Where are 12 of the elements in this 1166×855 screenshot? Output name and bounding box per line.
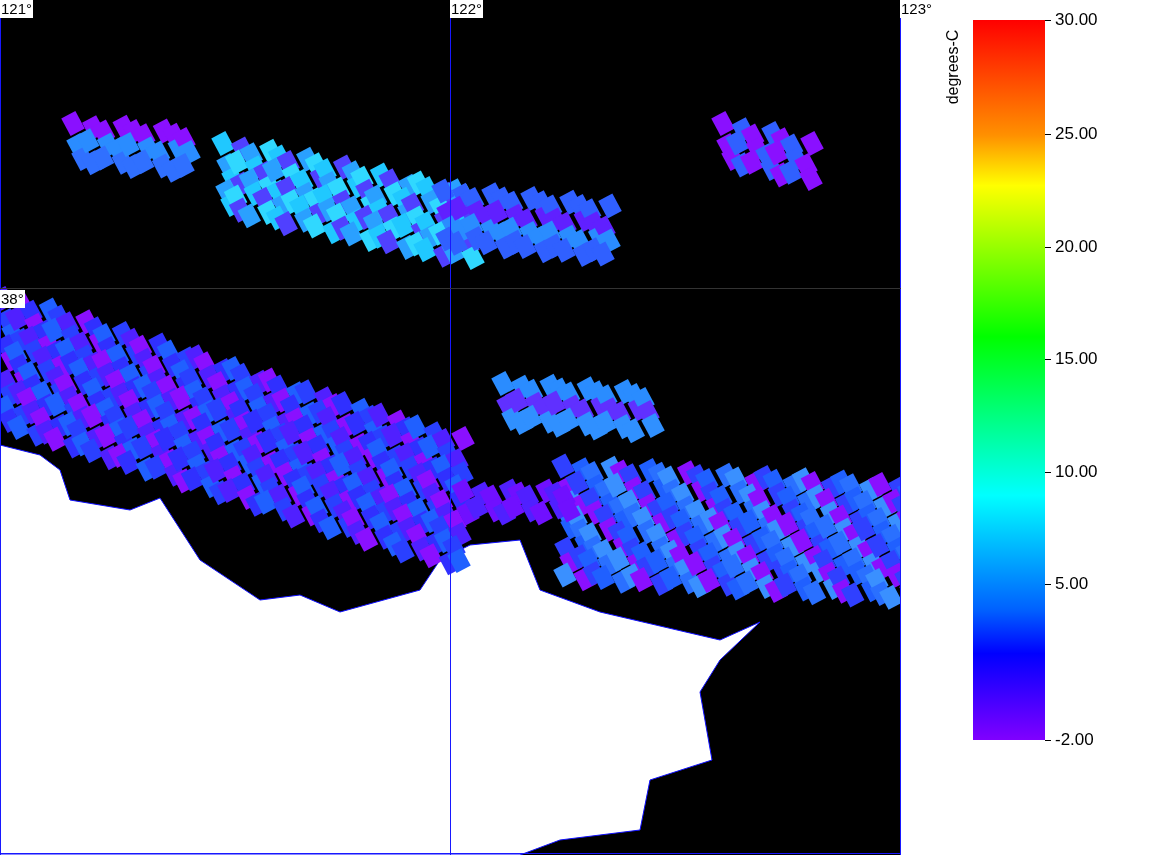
latitude-label: 38°	[0, 290, 25, 308]
longitude-label: 122°	[450, 0, 484, 18]
longitude-label: 121°	[0, 0, 34, 18]
scale-tick-label: 30.00	[1055, 10, 1098, 30]
longitude-label: 123°	[900, 0, 934, 18]
scale-tick-label: 20.00	[1055, 237, 1098, 257]
scale-tick-label: 10.00	[1055, 462, 1098, 482]
scale-tick-label: 15.00	[1055, 349, 1098, 369]
scale-tick-label: -2.00	[1055, 730, 1094, 750]
colorbar-title: degrees-C	[944, 29, 963, 105]
scale-tick-label: 5.00	[1055, 574, 1089, 594]
scale-tick-label: 25.00	[1055, 124, 1098, 144]
